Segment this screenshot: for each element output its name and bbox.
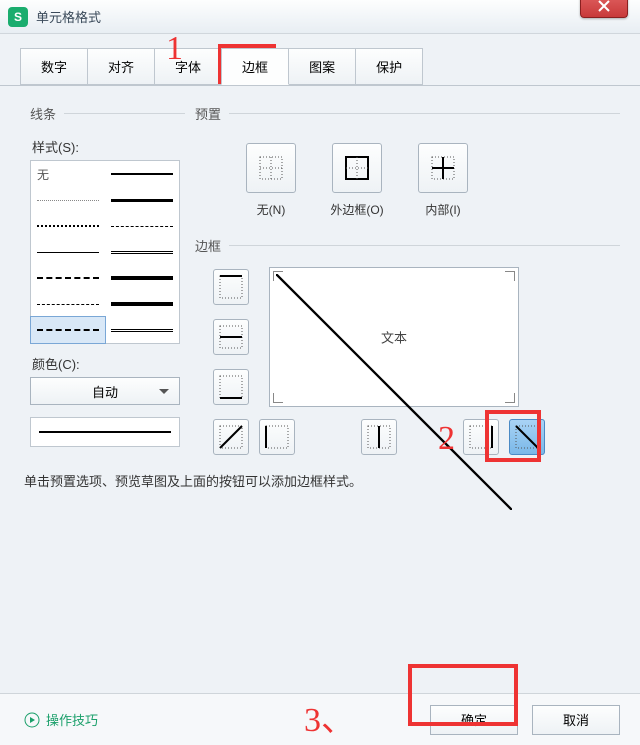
close-button[interactable] [580, 0, 628, 18]
line-hair[interactable] [31, 187, 105, 213]
line-dashdot[interactable] [105, 213, 179, 239]
group-lines-title: 线条 [30, 104, 185, 127]
border-diag-up-icon [218, 424, 244, 450]
line-dash[interactable] [31, 291, 105, 317]
style-label: 样式(S): [32, 137, 185, 156]
group-preset-title: 预置 [195, 104, 620, 127]
help-link[interactable]: 操作技巧 [24, 710, 98, 729]
border-bottom-button[interactable] [213, 369, 249, 405]
tab-border[interactable]: 边框 [221, 48, 289, 85]
preset-inner-button[interactable] [418, 143, 468, 193]
preset-outer-label: 外边框(O) [327, 201, 387, 218]
preset-none-label: 无(N) [241, 201, 301, 218]
line-solid3[interactable] [105, 187, 179, 213]
diagonal-line-icon [276, 274, 512, 510]
app-icon: S [8, 7, 28, 27]
color-label: 颜色(C): [32, 354, 185, 373]
line-dash2[interactable] [31, 317, 105, 343]
color-select[interactable]: 自动 [30, 377, 180, 405]
line-style-list[interactable]: 无 [30, 160, 180, 344]
preset-none-icon [258, 155, 284, 181]
line-preview [30, 417, 180, 447]
preset-none-button[interactable] [246, 143, 296, 193]
border-top-icon [218, 274, 244, 300]
cancel-button[interactable]: 取消 [532, 705, 620, 735]
tab-font[interactable]: 字体 [154, 48, 222, 85]
border-hmid-icon [218, 324, 244, 350]
tab-protect[interactable]: 保护 [355, 48, 423, 85]
line-thinthick[interactable] [105, 265, 179, 291]
preset-inner-label: 内部(I) [413, 201, 473, 218]
line-triple[interactable] [105, 317, 179, 343]
preset-outer-button[interactable] [332, 143, 382, 193]
window-title: 单元格格式 [36, 7, 101, 26]
tab-strip: 数字 对齐 字体 边框 图案 保护 [0, 34, 640, 86]
preview-text: 文本 [379, 328, 409, 347]
tab-align[interactable]: 对齐 [87, 48, 155, 85]
tab-number[interactable]: 数字 [20, 48, 88, 85]
border-preview[interactable]: 文本 [269, 267, 519, 407]
ok-button[interactable]: 确定 [430, 705, 518, 735]
footer: 操作技巧 确定 取消 [0, 693, 640, 745]
line-none[interactable]: 无 [31, 161, 105, 187]
preset-outer-icon [344, 155, 370, 181]
preset-inner-icon [430, 155, 456, 181]
border-diag-up-button[interactable] [213, 419, 249, 455]
border-hmid-button[interactable] [213, 319, 249, 355]
group-border-title: 边框 [195, 236, 620, 259]
help-label: 操作技巧 [46, 710, 98, 729]
line-solid2[interactable] [105, 161, 179, 187]
play-icon [24, 712, 40, 728]
close-icon [598, 0, 610, 12]
titlebar: S 单元格格式 [0, 0, 640, 34]
line-dot[interactable] [31, 213, 105, 239]
color-value: 自动 [92, 382, 118, 401]
border-top-button[interactable] [213, 269, 249, 305]
line-dd2[interactable] [31, 265, 105, 291]
line-thickthin[interactable] [105, 291, 179, 317]
line-double[interactable] [105, 239, 179, 265]
line-solid1[interactable] [31, 239, 105, 265]
tab-pattern[interactable]: 图案 [288, 48, 356, 85]
border-diag-down-icon [514, 424, 540, 450]
border-diag-down-button[interactable] [509, 419, 545, 455]
border-bottom-icon [218, 374, 244, 400]
